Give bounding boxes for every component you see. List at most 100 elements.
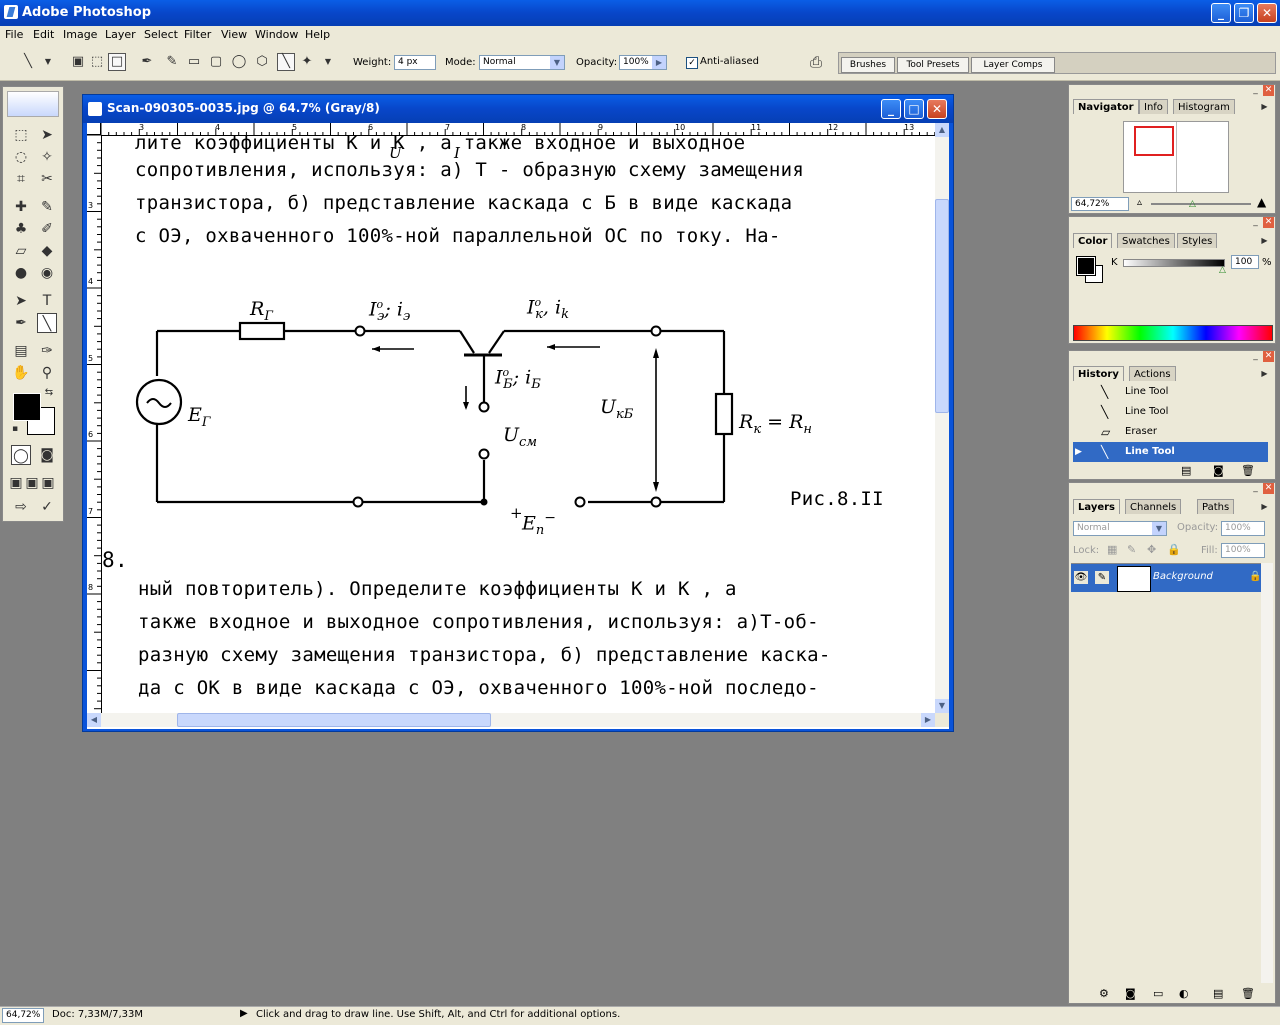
zoom-tool-icon[interactable]: ⚲	[37, 363, 57, 383]
panel-menu-icon[interactable]: ▶	[1259, 235, 1270, 246]
zoom-slider-handle[interactable]: △	[1189, 199, 1196, 209]
k-slider-handle[interactable]: △	[1219, 265, 1226, 275]
standard-screen-mode-icon[interactable]: ▣	[8, 473, 24, 493]
ellipse-icon[interactable]: ◯	[231, 54, 247, 70]
swap-colors-icon[interactable]: ⇆	[43, 387, 55, 399]
notes-tool-icon[interactable]: ▤	[11, 341, 31, 361]
lock-all-icon[interactable]: 🔒	[1167, 543, 1181, 556]
adjustment-layer-icon[interactable]: ◐	[1179, 987, 1189, 1000]
fill-pixels-icon[interactable]: □	[108, 53, 126, 71]
rounded-rectangle-icon[interactable]: ▢	[208, 54, 224, 70]
tab-swatches[interactable]: Swatches	[1117, 233, 1175, 248]
layer-row-background[interactable]: 👁 ✎ Background 🔒	[1071, 563, 1261, 592]
new-document-from-state-icon[interactable]: ▤	[1181, 464, 1191, 477]
rectangle-icon[interactable]: ▭	[186, 54, 202, 70]
menu-help[interactable]: Help	[305, 28, 330, 41]
close-button[interactable]: ✕	[1257, 3, 1277, 23]
anti-aliased-checkbox[interactable]: ✓	[686, 57, 698, 69]
vertical-scrollbar[interactable]: ▲ ▼	[935, 123, 949, 713]
file-browser-icon[interactable]: ⎙	[808, 54, 824, 70]
geometry-options-icon[interactable]: ▼	[320, 54, 336, 70]
pen-tool-icon[interactable]: ✒	[11, 313, 31, 333]
tab-navigator[interactable]: Navigator	[1073, 99, 1139, 114]
jump-to-imageready-icon[interactable]: ⇨	[11, 497, 31, 517]
tab-info[interactable]: Info	[1139, 99, 1168, 114]
horizontal-scrollbar[interactable]: ◀ ▶	[87, 713, 935, 727]
status-menu-icon[interactable]: ▶	[240, 1008, 248, 1019]
menu-layer[interactable]: Layer	[105, 28, 136, 41]
line-icon[interactable]: ╲	[277, 53, 295, 71]
eraser-tool-icon[interactable]: ▱	[11, 241, 31, 261]
blur-tool-icon[interactable]: ●	[11, 263, 31, 283]
history-item[interactable]: ╲ Line Tool	[1073, 402, 1268, 422]
layers-scrollbar[interactable]	[1261, 563, 1273, 983]
zoom-in-icon[interactable]: ▲	[1257, 195, 1266, 209]
lock-position-icon[interactable]: ✥	[1147, 543, 1156, 556]
new-layer-icon[interactable]: ▤	[1213, 987, 1223, 1000]
delete-layer-icon[interactable]: 🗑	[1241, 987, 1255, 1000]
mode-select[interactable]: Normal ▼	[479, 55, 565, 70]
menu-file[interactable]: File	[5, 28, 23, 41]
path-selection-tool-icon[interactable]: ➤	[11, 291, 31, 311]
paint-bucket-tool-icon[interactable]: ◆	[37, 241, 57, 261]
full-screen-menu-mode-icon[interactable]: ▣	[24, 473, 40, 493]
document-image[interactable]: лите коэффициенты K и K , а также входно…	[102, 136, 935, 713]
lock-image-icon[interactable]: ✎	[1127, 543, 1136, 556]
lock-transparency-icon[interactable]: ▦	[1107, 543, 1117, 556]
marquee-tool-icon[interactable]: ⬚	[11, 125, 31, 145]
link-layers-icon[interactable]: ⚙	[1099, 987, 1109, 1000]
status-zoom-input[interactable]: 64,72%	[2, 1008, 44, 1023]
tab-layers[interactable]: Layers	[1073, 499, 1120, 514]
doc-maximize-button[interactable]: □	[904, 99, 924, 119]
brush-link-icon[interactable]: ✎	[1095, 571, 1109, 584]
move-tool-icon[interactable]: ➤	[37, 125, 57, 145]
layer-comps-tab[interactable]: Layer Comps	[971, 57, 1055, 73]
tab-color[interactable]: Color	[1073, 233, 1113, 248]
tab-paths[interactable]: Paths	[1197, 499, 1235, 514]
eyedropper-tool-icon[interactable]: ✑	[37, 341, 57, 361]
freeform-pen-icon[interactable]: ✎	[164, 54, 180, 70]
eye-visibility-icon[interactable]: 👁	[1074, 571, 1088, 584]
imageready-icon[interactable]: ✓	[37, 497, 57, 517]
tool-presets-tab[interactable]: Tool Presets	[897, 57, 969, 73]
doc-minimize-button[interactable]: _	[881, 99, 901, 119]
restore-button[interactable]: ❐	[1234, 3, 1254, 23]
layer-opacity-input[interactable]: 100%	[1221, 521, 1265, 536]
scroll-right-icon[interactable]: ▶	[921, 713, 935, 727]
slice-tool-icon[interactable]: ✂	[37, 169, 57, 189]
close-panel-icon[interactable]: ✕	[1263, 85, 1274, 96]
full-screen-mode-icon[interactable]: ▣	[40, 473, 56, 493]
blend-mode-select[interactable]: Normal ▼	[1073, 521, 1167, 536]
tab-histogram[interactable]: Histogram	[1173, 99, 1235, 114]
new-group-icon[interactable]: ▭	[1153, 987, 1163, 1000]
polygon-icon[interactable]: ⬡	[254, 54, 270, 70]
color-ramp[interactable]	[1073, 325, 1273, 341]
menu-select[interactable]: Select	[144, 28, 178, 41]
tab-channels[interactable]: Channels	[1125, 499, 1182, 514]
dodge-tool-icon[interactable]: ◉	[37, 263, 57, 283]
paths-icon[interactable]: ⬚	[89, 54, 105, 70]
hand-tool-icon[interactable]: ✋	[11, 363, 31, 383]
history-brush-tool-icon[interactable]: ✐	[37, 219, 57, 239]
k-slider[interactable]	[1123, 259, 1225, 267]
brushes-tab[interactable]: Brushes	[841, 57, 895, 73]
crop-tool-icon[interactable]: ⌗	[11, 169, 31, 189]
layer-mask-icon[interactable]: ◙	[1125, 987, 1136, 1000]
adobe-online-icon[interactable]	[7, 91, 59, 117]
healing-brush-tool-icon[interactable]: ✚	[11, 197, 31, 217]
panel-menu-icon[interactable]: ▶	[1259, 501, 1270, 512]
history-item[interactable]: ╲ Line Tool	[1073, 382, 1268, 402]
opacity-input[interactable]: 100% ▶	[619, 55, 667, 70]
vertical-scroll-thumb[interactable]	[935, 199, 949, 413]
horizontal-ruler[interactable]: 3 4 5 6 7 8 9 10 11 12 13	[101, 123, 935, 136]
minimize-panel-icon[interactable]: _	[1250, 85, 1261, 96]
line-tool-icon[interactable]: ╲	[37, 313, 57, 333]
menu-image[interactable]: Image	[63, 28, 97, 41]
lasso-tool-icon[interactable]: ◌	[11, 147, 31, 167]
doc-close-button[interactable]: ✕	[927, 99, 947, 119]
close-panel-icon[interactable]: ✕	[1263, 483, 1274, 494]
ruler-origin[interactable]	[87, 123, 101, 135]
color-fg-swatch[interactable]	[1076, 256, 1096, 276]
brush-tool-icon[interactable]: ✎	[37, 197, 57, 217]
menu-filter[interactable]: Filter	[184, 28, 211, 41]
